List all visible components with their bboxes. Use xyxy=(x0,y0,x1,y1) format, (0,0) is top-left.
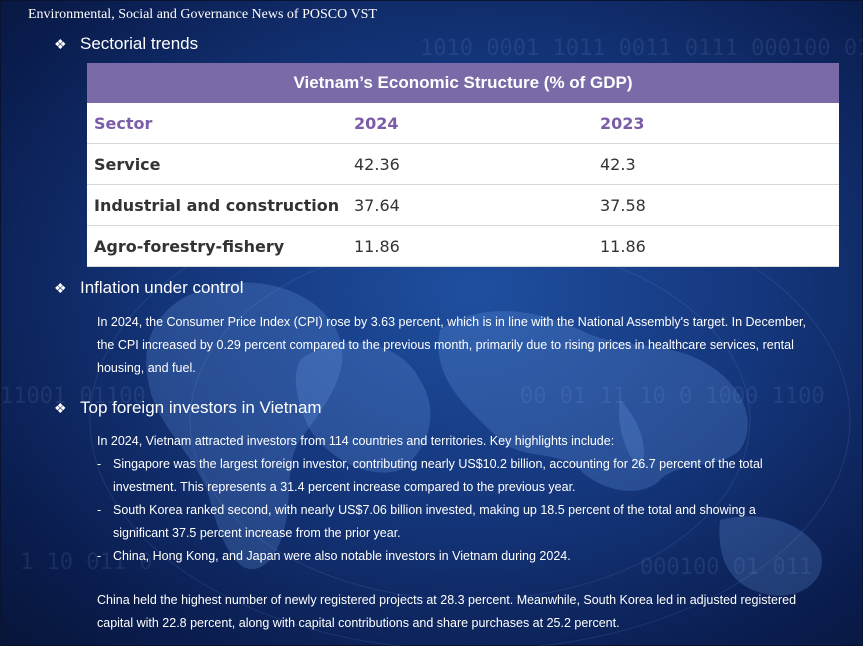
value-cell-2023: 42.3 xyxy=(593,143,839,185)
table-row: Service 42.36 42.3 xyxy=(87,143,839,185)
dash-bullet-icon: - xyxy=(97,549,102,563)
value-cell-2024: 11.86 xyxy=(347,225,593,267)
value-cell-2023: 37.58 xyxy=(593,184,839,226)
document-header: Environmental, Social and Governance New… xyxy=(28,7,377,22)
column-header-sector: Sector xyxy=(87,103,347,144)
dash-bullet-icon: - xyxy=(97,457,102,471)
sector-cell: Industrial and construction xyxy=(87,184,347,226)
list-item: - Singapore was the largest foreign inves… xyxy=(97,453,787,499)
investors-bullet-list: - Singapore was the largest foreign inves… xyxy=(97,453,787,568)
diamond-bullet-icon: ❖ xyxy=(54,280,67,296)
dash-bullet-icon: - xyxy=(97,503,102,517)
diamond-bullet-icon: ❖ xyxy=(54,400,67,416)
table-row: Industrial and construction 37.64 37.58 xyxy=(87,184,839,226)
section-heading-text: Inflation under control xyxy=(80,278,244,297)
inflation-paragraph: In 2024, the Consumer Price Index (CPI) … xyxy=(97,315,806,375)
section-heading-sectorial: ❖ Sectorial trends xyxy=(54,34,198,54)
section-heading-text: Sectorial trends xyxy=(80,34,199,53)
column-header-2024: 2024 xyxy=(347,103,593,144)
investors-intro: In 2024, Vietnam attracted investors fro… xyxy=(97,434,615,448)
sector-cell: Service xyxy=(87,143,347,185)
list-item: - China, Hong Kong, and Japan were also n… xyxy=(97,545,787,568)
table-title: Vietnam’s Economic Structure (% of GDP) xyxy=(87,63,839,103)
section-heading-inflation: ❖ Inflation under control xyxy=(54,278,244,298)
value-cell-2024: 42.36 xyxy=(347,143,593,185)
list-item-text: South Korea ranked second, with nearly U… xyxy=(113,503,756,540)
sector-cell: Agro-forestry-fishery xyxy=(87,225,347,267)
table-header-row: Sector 2024 2023 xyxy=(87,103,839,144)
table-row: Agro-forestry-fishery 11.86 11.86 xyxy=(87,225,839,267)
list-item: - South Korea ranked second, with nearly … xyxy=(97,499,787,545)
column-header-2023: 2023 xyxy=(593,103,839,144)
diamond-bullet-icon: ❖ xyxy=(54,36,67,52)
investors-closing-paragraph: China held the highest number of newly r… xyxy=(97,593,797,630)
section-heading-investors: ❖ Top foreign investors in Vietnam xyxy=(54,398,322,418)
list-item-text: China, Hong Kong, and Japan were also no… xyxy=(113,549,571,563)
section-heading-text: Top foreign investors in Vietnam xyxy=(80,398,322,417)
economic-structure-table: Vietnam’s Economic Structure (% of GDP) … xyxy=(87,63,839,267)
list-item-text: Singapore was the largest foreign invest… xyxy=(113,457,763,494)
value-cell-2024: 37.64 xyxy=(347,184,593,226)
value-cell-2023: 11.86 xyxy=(593,225,839,267)
